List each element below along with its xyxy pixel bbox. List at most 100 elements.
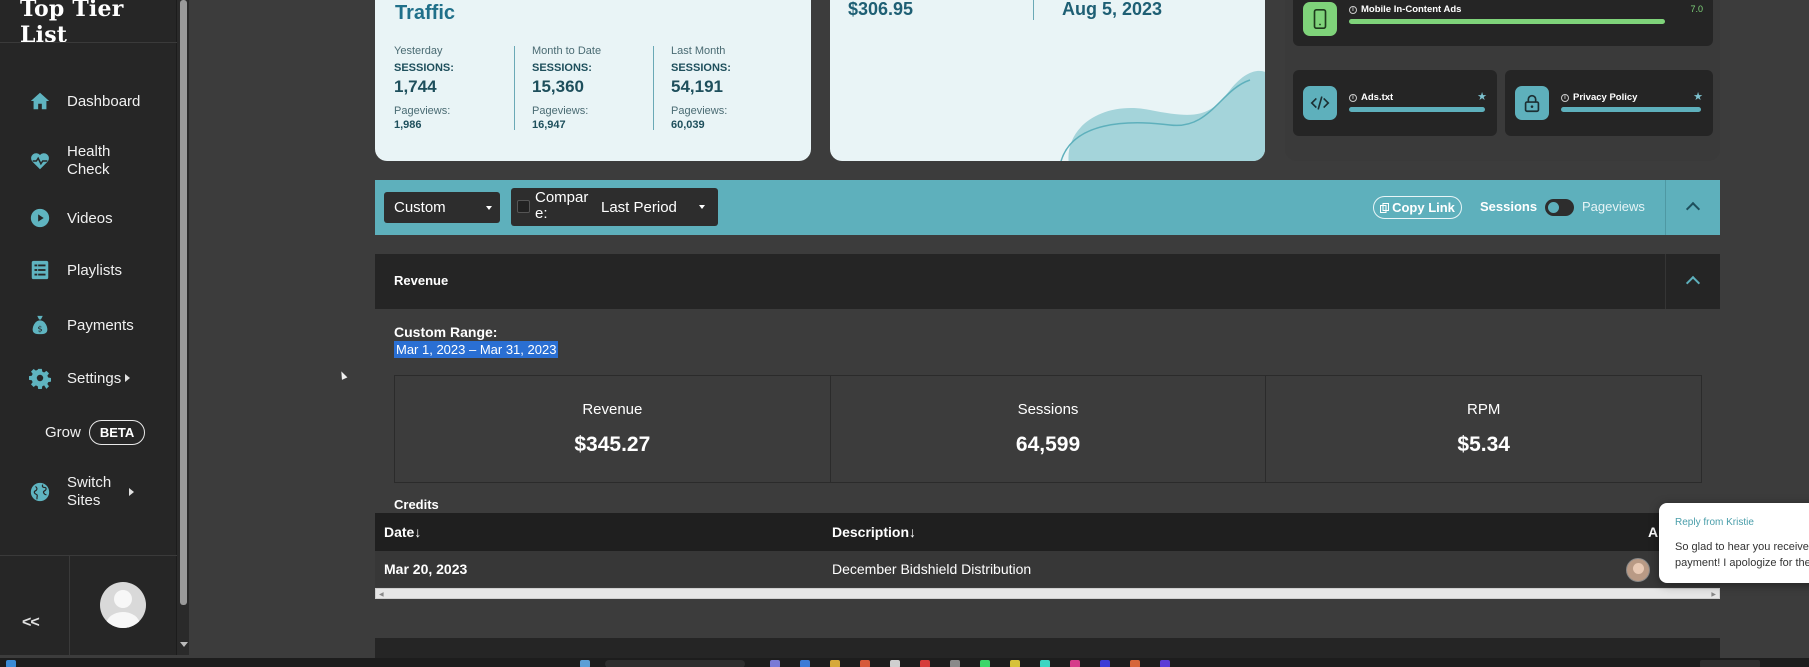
home-icon bbox=[28, 89, 52, 113]
divider bbox=[514, 46, 515, 130]
start-icon[interactable] bbox=[6, 660, 16, 667]
app-icon[interactable] bbox=[1100, 660, 1110, 667]
chat-reply-popup[interactable]: Reply from Kristie So glad to hear you r… bbox=[1659, 503, 1809, 583]
credits-table-header: Date↓ Description↓ A bbox=[375, 513, 1720, 551]
sidebar-item-playlists[interactable]: Playlists bbox=[28, 258, 122, 282]
sidebar-item-label: Dashboard bbox=[67, 92, 141, 110]
stat-value: $5.34 bbox=[1457, 433, 1510, 456]
sidebar: Top Tier List Dashboard Health Check Vide… bbox=[0, 0, 177, 655]
compare-label: Compar e: bbox=[535, 189, 589, 222]
traffic-column-month-to-date: Month to Date SESSIONS: 15,360 Pageviews… bbox=[532, 45, 672, 131]
sessions-value: 54,191 bbox=[671, 77, 723, 96]
app-icon[interactable] bbox=[860, 660, 870, 667]
sidebar-item-videos[interactable]: Videos bbox=[28, 206, 113, 230]
column-header-date[interactable]: Date↓ bbox=[384, 524, 421, 540]
info-icon[interactable]: i bbox=[1349, 5, 1357, 14]
app-icon[interactable] bbox=[770, 660, 780, 667]
list-icon bbox=[28, 258, 52, 282]
sessions-pageviews-toggle[interactable] bbox=[1545, 199, 1574, 216]
app-icon[interactable] bbox=[890, 660, 900, 667]
divider bbox=[653, 46, 654, 130]
scroll-right-arrow-icon[interactable]: ▶ bbox=[1711, 591, 1716, 598]
app-icon[interactable] bbox=[1010, 660, 1020, 667]
period-label: Yesterday bbox=[394, 45, 443, 57]
app-icon[interactable] bbox=[1160, 660, 1170, 667]
heart-pulse-icon bbox=[28, 149, 52, 173]
divider bbox=[1033, 0, 1034, 20]
column-header-amount[interactable]: A bbox=[1648, 524, 1658, 540]
system-tray[interactable] bbox=[1700, 660, 1760, 667]
search-bar[interactable] bbox=[605, 660, 745, 667]
pageviews-label: Pageviews: bbox=[394, 105, 451, 117]
app-icon[interactable] bbox=[950, 660, 960, 667]
revenue-date: Aug 5, 2023 bbox=[1062, 0, 1163, 19]
custom-range-value[interactable]: Mar 1, 2023 – Mar 31, 2023 bbox=[394, 341, 559, 358]
table-row: Mar 20, 2023 December Bidshield Distribu… bbox=[375, 551, 1720, 587]
divider bbox=[0, 42, 177, 43]
health-item-title: i Mobile In-Content Ads bbox=[1349, 4, 1461, 15]
revenue-panel-body: Custom Range: Mar 1, 2023 – Mar 31, 2023… bbox=[375, 309, 1720, 595]
app-icon[interactable] bbox=[920, 660, 930, 667]
gear-icon bbox=[28, 366, 52, 390]
divider bbox=[1665, 180, 1666, 235]
app-icon[interactable] bbox=[1040, 660, 1050, 667]
health-item-mobile-ads[interactable]: i Mobile In-Content Ads 7.0 bbox=[1293, 0, 1713, 46]
column-header-description[interactable]: Description↓ bbox=[832, 524, 916, 540]
sidebar-item-payments[interactable]: $ Payments bbox=[28, 313, 134, 337]
pageviews-label: Pageviews: bbox=[532, 105, 589, 117]
health-item-privacy-policy[interactable]: i Privacy Policy ★ bbox=[1505, 70, 1713, 136]
sidebar-item-dashboard[interactable]: Dashboard bbox=[28, 89, 140, 113]
decorative-wave bbox=[1060, 70, 1265, 161]
user-avatar[interactable] bbox=[100, 582, 146, 628]
revenue-panel-header[interactable]: Revenue bbox=[375, 254, 1720, 309]
info-icon[interactable]: i bbox=[1561, 93, 1569, 102]
sidebar-item-switch-sites[interactable]: Switch Sites bbox=[28, 474, 135, 510]
copy-link-button[interactable]: Copy Link bbox=[1373, 196, 1462, 219]
scroll-down-arrow-icon[interactable] bbox=[180, 642, 188, 647]
health-progress-bar bbox=[1349, 19, 1665, 24]
code-icon bbox=[1303, 86, 1337, 120]
health-score: 7.0 bbox=[1690, 4, 1703, 14]
health-item-title: i Privacy Policy bbox=[1561, 92, 1637, 103]
health-progress-bar bbox=[1349, 107, 1485, 112]
caret-right-icon bbox=[125, 374, 131, 382]
sessions-value: 15,360 bbox=[532, 77, 584, 96]
toggle-label-pageviews: Pageviews bbox=[1582, 199, 1645, 214]
sessions-label: SESSIONS: bbox=[532, 62, 592, 74]
star-icon[interactable]: ★ bbox=[1693, 90, 1703, 103]
chevron-up-icon[interactable] bbox=[1685, 201, 1701, 217]
sessions-label: SESSIONS: bbox=[394, 62, 454, 74]
next-panel-header[interactable] bbox=[375, 638, 1720, 658]
grow-link[interactable]: Grow BETA bbox=[45, 420, 146, 445]
sidebar-item-label: Settings bbox=[67, 369, 122, 387]
info-icon[interactable]: i bbox=[1349, 93, 1357, 102]
app-icon[interactable] bbox=[1070, 660, 1080, 667]
scrollbar-thumb[interactable] bbox=[180, 0, 187, 605]
stat-value: $345.27 bbox=[574, 433, 651, 456]
lock-icon bbox=[1515, 86, 1549, 120]
brand-logo[interactable]: Top Tier List bbox=[20, 0, 176, 48]
avatar bbox=[1626, 558, 1650, 582]
windows-icon[interactable] bbox=[580, 660, 590, 667]
os-taskbar bbox=[0, 658, 1809, 667]
star-icon[interactable]: ★ bbox=[1477, 90, 1487, 103]
sidebar-item-health-check[interactable]: Health Check bbox=[28, 143, 110, 179]
compare-checkbox[interactable] bbox=[517, 200, 530, 213]
app-icon[interactable] bbox=[980, 660, 990, 667]
stat-rpm: RPM $5.34 bbox=[1266, 376, 1701, 482]
scroll-left-arrow-icon[interactable]: ◀ bbox=[379, 591, 384, 598]
caret-right-icon bbox=[129, 488, 135, 496]
horizontal-scrollbar[interactable]: ◀ ▶ bbox=[375, 588, 1720, 599]
revenue-panel-title: Revenue bbox=[394, 273, 449, 288]
app-icon[interactable] bbox=[800, 660, 810, 667]
period-label: Month to Date bbox=[532, 45, 602, 57]
folder-icon[interactable] bbox=[830, 660, 840, 667]
compare-period-select[interactable]: Last Period bbox=[601, 192, 713, 222]
sidebar-item-settings[interactable]: Settings bbox=[28, 366, 131, 390]
collapse-sidebar-button[interactable]: << bbox=[22, 614, 40, 632]
health-item-ads-txt[interactable]: i Ads.txt ★ bbox=[1293, 70, 1497, 136]
date-range-select[interactable]: Custom bbox=[384, 192, 500, 223]
chevron-up-icon[interactable] bbox=[1685, 275, 1701, 291]
toggle-label-sessions: Sessions bbox=[1480, 199, 1538, 214]
app-icon[interactable] bbox=[1130, 660, 1140, 667]
